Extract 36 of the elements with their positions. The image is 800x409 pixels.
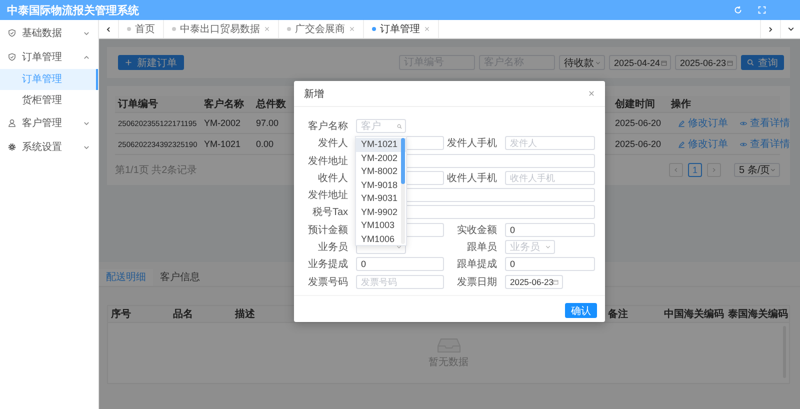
table-cell: 2025-06-20 xyxy=(615,139,662,149)
column-header: 备注 xyxy=(607,307,629,321)
column-header: 泰国海关编码 xyxy=(727,308,789,321)
table-cell: 97.00 xyxy=(256,118,279,128)
column-header: 品名 xyxy=(172,308,194,321)
field-label: 跟单员 xyxy=(466,240,497,254)
field-label: 发件人 xyxy=(317,137,348,150)
field-label: 税号Tax xyxy=(311,206,348,220)
page-summary: 第1/1页 共2条记录 xyxy=(115,164,198,177)
column-header: 操作 xyxy=(671,98,691,111)
field-label: 收件人手机 xyxy=(446,172,497,185)
table-cell: 0.00 xyxy=(256,139,274,149)
column-header: 序号 xyxy=(110,307,132,321)
field-label: 发件地址 xyxy=(307,188,348,202)
field-label: 实收金额 xyxy=(456,224,497,237)
field-label: 业务员 xyxy=(317,240,348,254)
column-header: 创建时间 xyxy=(615,98,655,111)
column-header: 描述 xyxy=(234,308,256,321)
app-title: 中泰国际物流报关管理系统 xyxy=(7,4,140,18)
field-label: 发件地址 xyxy=(307,154,348,168)
field-label: 发件人手机 xyxy=(446,136,497,150)
field-label: 发票日期 xyxy=(456,276,497,289)
field-label: 业务提成 xyxy=(307,258,348,272)
column-header: 订单编号 xyxy=(118,98,158,111)
field-label: 发票号码 xyxy=(307,276,348,289)
table-cell: 2025-06-20 xyxy=(615,118,662,128)
field-label: 收件人 xyxy=(317,172,348,185)
column-header: 总件数 xyxy=(256,98,286,111)
field-label: 预计金额 xyxy=(307,224,348,237)
field-label: 客户名称 xyxy=(307,120,348,133)
column-header: 客户名称 xyxy=(204,97,244,111)
dialog-title: 新增 xyxy=(304,88,324,100)
column-header: 中国海关编码 xyxy=(663,308,725,321)
table-cell: YM-1021 xyxy=(204,139,241,149)
field-label: 跟单提成 xyxy=(456,258,497,272)
table-cell: YM-2002 xyxy=(204,118,241,128)
